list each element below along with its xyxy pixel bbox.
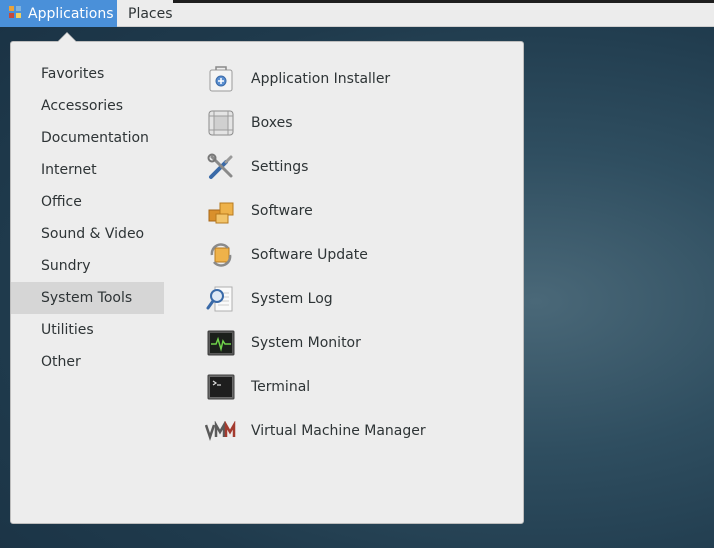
window-edge-strip: [173, 0, 714, 3]
settings-tools-icon: [205, 151, 237, 183]
applications-menu-popup: Favorites Accessories Documentation Inte…: [10, 32, 524, 524]
category-other[interactable]: Other: [11, 346, 164, 378]
software-icon: [205, 195, 237, 227]
places-menu-button[interactable]: Places: [117, 0, 184, 27]
app-label: System Log: [251, 291, 333, 307]
top-panel: Applications Places: [0, 0, 714, 27]
software-update-icon: [205, 239, 237, 271]
app-label: Virtual Machine Manager: [251, 423, 426, 439]
virtual-machine-manager-icon: [205, 415, 237, 447]
app-label: Terminal: [251, 379, 311, 395]
app-software-update[interactable]: Software Update: [205, 233, 515, 277]
category-favorites[interactable]: Favorites: [11, 58, 164, 90]
app-label: Boxes: [251, 115, 293, 131]
app-settings[interactable]: Settings: [205, 145, 515, 189]
boxes-icon: [205, 107, 237, 139]
app-label: Settings: [251, 159, 309, 175]
app-software[interactable]: Software: [205, 189, 515, 233]
terminal-icon: [205, 371, 237, 403]
package-installer-icon: [205, 63, 237, 95]
category-sound-video[interactable]: Sound & Video: [11, 218, 164, 250]
applications-menu-button[interactable]: Applications: [0, 0, 117, 27]
app-system-monitor[interactable]: System Monitor: [205, 321, 515, 365]
menu-pointer: [58, 33, 76, 42]
app-label: Application Installer: [251, 71, 391, 87]
app-list: Application Installer Boxes Settings Sof…: [205, 57, 515, 453]
app-virtual-machine-manager[interactable]: Virtual Machine Manager: [205, 409, 515, 453]
app-terminal[interactable]: Terminal: [205, 365, 515, 409]
app-system-log[interactable]: System Log: [205, 277, 515, 321]
app-boxes[interactable]: Boxes: [205, 101, 515, 145]
category-documentation[interactable]: Documentation: [11, 122, 164, 154]
applications-menu-icon: [8, 5, 22, 23]
category-sundry[interactable]: Sundry: [11, 250, 164, 282]
app-label: Software Update: [251, 247, 368, 263]
category-internet[interactable]: Internet: [11, 154, 164, 186]
system-monitor-icon: [205, 327, 237, 359]
category-list: Favorites Accessories Documentation Inte…: [11, 58, 164, 378]
app-application-installer[interactable]: Application Installer: [205, 57, 515, 101]
system-log-icon: [205, 283, 237, 315]
applications-menu-label: Applications: [28, 5, 114, 22]
app-label: Software: [251, 203, 313, 219]
category-accessories[interactable]: Accessories: [11, 90, 164, 122]
app-label: System Monitor: [251, 335, 361, 351]
category-utilities[interactable]: Utilities: [11, 314, 164, 346]
category-office[interactable]: Office: [11, 186, 164, 218]
category-system-tools[interactable]: System Tools: [11, 282, 164, 314]
